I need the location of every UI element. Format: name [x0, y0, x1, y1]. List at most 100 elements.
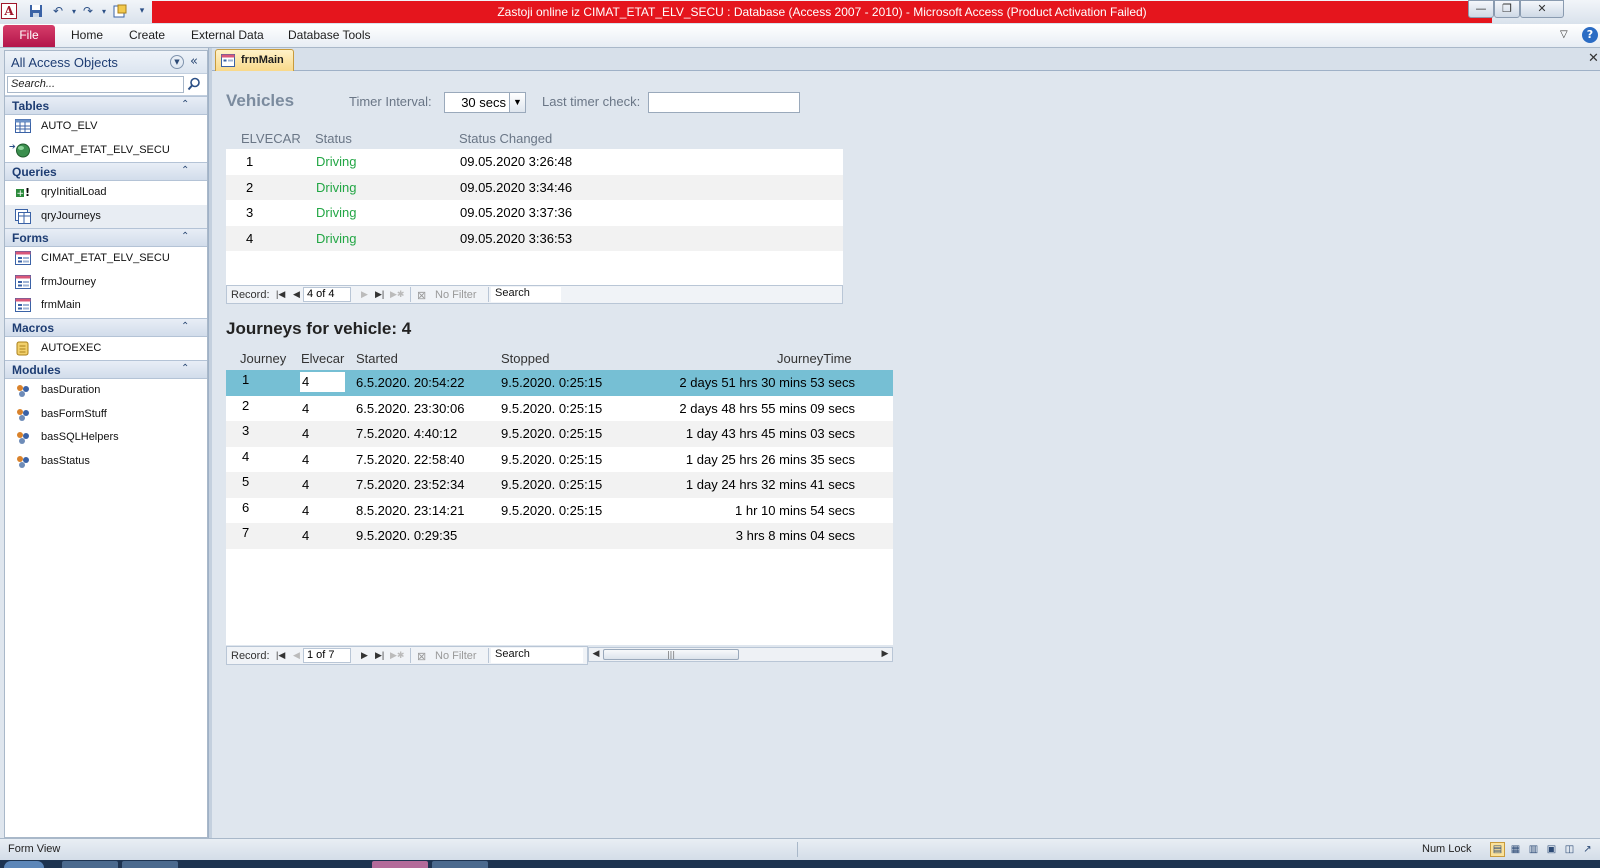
dropdown-arrow-icon[interactable]: ▼	[509, 93, 525, 112]
next-record-icon[interactable]: ▶	[361, 650, 368, 661]
customize-quick-access-icon[interactable]: ▾	[134, 3, 150, 19]
nav-item-basformstuff[interactable]: basFormStuff	[5, 403, 207, 427]
redo-dropdown-icon[interactable]: ▾	[96, 3, 112, 19]
save-icon[interactable]	[28, 3, 44, 19]
undo-icon[interactable]: ↶	[50, 3, 66, 19]
start-button[interactable]	[4, 861, 44, 868]
cell-elvecar-editing[interactable]: 4	[300, 372, 345, 392]
last-record-icon[interactable]: ▶|	[375, 650, 384, 661]
divider	[488, 287, 489, 302]
table-row[interactable]: 4 Driving 09.05.2020 3:36:53	[226, 225, 843, 251]
timer-interval-combo[interactable]: 30 secs ▼	[444, 92, 526, 113]
scroll-left-icon[interactable]: ◀	[589, 648, 603, 661]
table-row[interactable]: 1 Driving 09.05.2020 3:26:48	[226, 149, 843, 175]
nav-item-auto-elv[interactable]: AUTO_ELV	[5, 115, 207, 139]
restore-button[interactable]: ❐	[1494, 0, 1520, 18]
nav-group-modules[interactable]: Modules ⌃	[5, 360, 207, 379]
collapse-nav-icon[interactable]: «	[190, 54, 198, 69]
nav-group-title: Forms	[12, 231, 49, 245]
nav-item-cimat-etat-elv-secu-table[interactable]: ➔ CIMAT_ETAT_ELV_SECU	[5, 139, 207, 163]
collapse-group-icon[interactable]: ⌃	[181, 321, 189, 332]
collapse-group-icon[interactable]: ⌃	[181, 99, 189, 110]
horizontal-scrollbar[interactable]: ◀ ||| ▶	[588, 647, 893, 662]
record-search-input[interactable]: Search	[491, 648, 583, 663]
nav-item-basduration[interactable]: basDuration	[5, 379, 207, 403]
expand-ribbon-icon[interactable]: ▽	[1560, 29, 1568, 40]
nav-item-label: basFormStuff	[41, 407, 107, 420]
table-row[interactable]: 3 Driving 09.05.2020 3:37:36	[226, 200, 843, 226]
record-search-input[interactable]: Search	[491, 287, 561, 302]
taskbar-app[interactable]	[62, 861, 118, 868]
pivotchart-view-icon[interactable]: ↗	[1580, 842, 1595, 857]
nav-group-tables[interactable]: Tables ⌃	[5, 96, 207, 115]
next-record-icon[interactable]: ▶	[361, 289, 368, 300]
doc-tab-frmmain[interactable]: frmMain	[215, 49, 294, 71]
redo-icon[interactable]: ↷	[80, 3, 96, 19]
table-row[interactable]: 4 4 7.5.2020. 22:58:40 9.5.2020. 0:25:15…	[226, 447, 893, 473]
collapse-group-icon[interactable]: ⌃	[181, 363, 189, 374]
help-icon[interactable]: ?	[1582, 27, 1598, 43]
table-row[interactable]: 2 Driving 09.05.2020 3:34:46	[226, 174, 843, 200]
table-row[interactable]: 7 4 9.5.2020. 0:29:35 3 hrs 8 mins 04 se…	[226, 523, 893, 549]
close-window-button[interactable]: ✕	[1520, 0, 1564, 18]
nav-item-frmmain[interactable]: frmMain	[5, 294, 207, 318]
nav-item-autoexec[interactable]: AUTOEXEC	[5, 337, 207, 361]
search-icon[interactable]	[187, 77, 203, 93]
collapse-group-icon[interactable]: ⌃	[181, 165, 189, 176]
nav-group-queries[interactable]: Queries ⌃	[5, 162, 207, 181]
new-record-icon[interactable]: ▶✱	[390, 650, 404, 661]
new-record-icon[interactable]: ▶✱	[390, 289, 404, 300]
last-timer-check-field[interactable]	[648, 92, 800, 113]
layout-view-icon[interactable]: ▣	[1544, 842, 1559, 857]
filter-icon: ⊠	[417, 651, 427, 663]
pivottable-view-icon[interactable]: ▥	[1526, 842, 1541, 857]
tab-home[interactable]: Home	[71, 28, 103, 42]
nav-search-input[interactable]: Search...	[7, 76, 184, 93]
nav-group-macros[interactable]: Macros ⌃	[5, 317, 207, 337]
tab-database-tools[interactable]: Database Tools	[288, 28, 371, 42]
access-app-icon[interactable]: A	[1, 3, 17, 19]
minimize-button[interactable]: —	[1468, 0, 1494, 18]
table-row[interactable]: 5 4 7.5.2020. 23:52:34 9.5.2020. 0:25:15…	[226, 472, 893, 498]
prev-record-icon[interactable]: ◀	[293, 650, 300, 661]
table-row[interactable]: 6 4 8.5.2020. 23:14:21 9.5.2020. 0:25:15…	[226, 498, 893, 524]
first-record-icon[interactable]: |◀	[276, 650, 285, 661]
nav-item-basstatus[interactable]: basStatus	[5, 450, 207, 474]
last-record-icon[interactable]: ▶|	[375, 289, 384, 300]
nav-item-bassqlhelpers[interactable]: basSQLHelpers	[5, 426, 207, 450]
module-icon	[15, 430, 31, 445]
tab-create[interactable]: Create	[129, 28, 165, 42]
nav-title[interactable]: All Access Objects	[11, 55, 118, 70]
nav-group-forms[interactable]: Forms ⌃	[5, 228, 207, 247]
cell-journey: 6	[242, 499, 250, 515]
table-row-selected[interactable]: 1 4 6.5.2020. 20:54:22 9.5.2020. 0:25:15…	[226, 370, 893, 396]
cell-stopped: 9.5.2020. 0:25:15	[501, 375, 603, 390]
prev-record-icon[interactable]: ◀	[293, 289, 300, 300]
nav-item-qryjourneys[interactable]: qryJourneys	[5, 204, 207, 228]
tab-file[interactable]: File	[3, 25, 55, 47]
close-document-icon[interactable]: ✕	[1588, 51, 1599, 66]
no-filter-button[interactable]: No Filter	[435, 650, 477, 662]
design-view-icon[interactable]: ◫	[1562, 842, 1577, 857]
table-row[interactable]: 3 4 7.5.2020. 4:40:12 9.5.2020. 0:25:15 …	[226, 421, 893, 447]
first-record-icon[interactable]: |◀	[276, 289, 285, 300]
datasheet-view-icon[interactable]: ▦	[1508, 842, 1523, 857]
mode-switch-icon[interactable]	[112, 3, 128, 19]
no-filter-button[interactable]: No Filter	[435, 289, 477, 301]
record-position-field[interactable]: 1 of 7	[303, 648, 351, 663]
record-position-field[interactable]: 4 of 4	[303, 287, 351, 302]
macro-icon	[15, 341, 31, 356]
taskbar-app[interactable]	[372, 861, 428, 868]
tab-external-data[interactable]: External Data	[191, 28, 264, 42]
taskbar-app[interactable]	[122, 861, 178, 868]
nav-item-frmjourney[interactable]: frmJourney	[5, 271, 207, 295]
form-view-icon[interactable]: ▤	[1490, 842, 1505, 857]
scroll-right-icon[interactable]: ▶	[878, 648, 892, 661]
taskbar-app[interactable]	[432, 861, 488, 868]
nav-item-qryinitialload[interactable]: +! qryInitialLoad	[5, 181, 207, 205]
table-row[interactable]: 2 4 6.5.2020. 23:30:06 9.5.2020. 0:25:15…	[226, 396, 893, 422]
nav-menu-dropdown-icon[interactable]: ▼	[170, 55, 184, 69]
nav-item-cimat-etat-elv-secu-form[interactable]: CIMAT_ETAT_ELV_SECU	[5, 247, 207, 271]
collapse-group-icon[interactable]: ⌃	[181, 231, 189, 242]
scrollbar-thumb[interactable]: |||	[603, 649, 739, 660]
